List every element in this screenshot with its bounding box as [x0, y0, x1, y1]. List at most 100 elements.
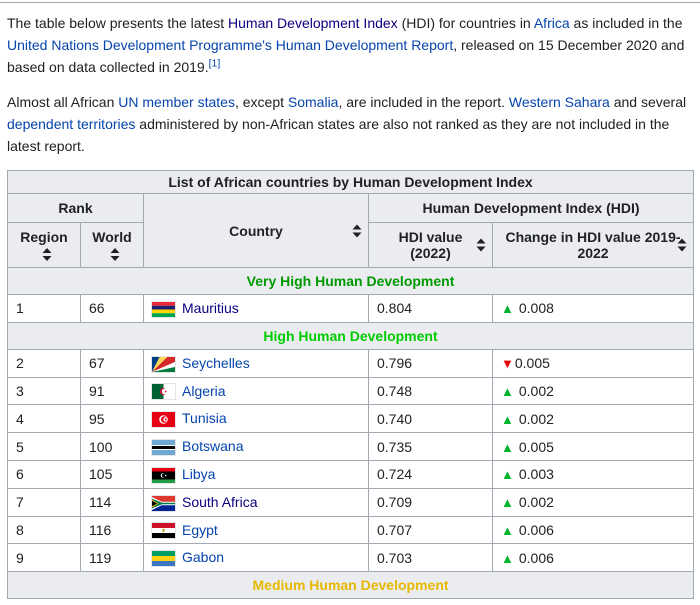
sort-icon[interactable]	[352, 224, 362, 237]
hdi-value-cell: 0.740	[368, 404, 493, 434]
tunisia-flag-icon	[152, 412, 175, 428]
table-body: Very High Human Development 1 66 Mauritius 0…	[6, 267, 695, 600]
world-header-label: World	[92, 229, 132, 245]
paragraph-text: as included in the	[569, 15, 683, 31]
change-value: 0.006	[518, 521, 554, 538]
region-rank-cell: 9	[7, 543, 81, 573]
wiki-link[interactable]: Somalia	[288, 94, 339, 110]
region-rank-cell: 1	[7, 294, 81, 323]
sort-icon[interactable]	[677, 238, 687, 252]
region-rank-cell: 2	[7, 348, 81, 378]
country-cell: Gabon	[143, 543, 369, 573]
country-header-label: Country	[229, 222, 283, 239]
country-link[interactable]: Mauritius	[182, 300, 239, 316]
country-cell: Seychelles	[143, 348, 369, 378]
hdi-value-header-label: HDI value (2022)	[398, 229, 463, 261]
country-cell: Tunisia	[143, 404, 369, 434]
development-section-header: Very High Human Development	[6, 267, 695, 295]
increase-icon: ▲	[501, 522, 514, 538]
wiki-link[interactable]: dependent territories	[7, 116, 135, 132]
country-link[interactable]: Egypt	[182, 522, 218, 538]
world-rank-cell: 105	[80, 459, 144, 489]
table-row: 3 91 Algeria 0.748 ▲ 0.002	[7, 376, 695, 406]
region-column-header[interactable]: Region	[7, 222, 81, 268]
wiki-link[interactable]: Human Development Index	[228, 15, 398, 31]
country-column-header[interactable]: Country	[143, 193, 369, 268]
wiki-link[interactable]: [1]	[209, 57, 221, 69]
country-link[interactable]: Botswana	[182, 438, 243, 454]
region-rank-cell: 7	[7, 487, 81, 517]
table-row: 8 116 Egypt 0.707 ▲ 0.006	[7, 515, 695, 545]
hdi-value-cell: 0.724	[368, 459, 493, 489]
world-rank-cell: 116	[80, 515, 144, 545]
paragraph-text: Almost all African	[7, 94, 119, 110]
change-value: 0.005	[514, 355, 550, 372]
change-value: 0.008	[518, 300, 554, 317]
region-header-label: Region	[20, 229, 68, 245]
sort-icon[interactable]	[42, 247, 52, 261]
decrease-icon: ▼	[501, 356, 514, 372]
mauritius-flag-icon	[152, 301, 175, 317]
increase-icon: ▲	[501, 383, 514, 399]
section-label: High Human Development	[263, 327, 438, 344]
world-rank-cell: 119	[80, 543, 144, 573]
country-cell: Algeria	[143, 376, 369, 406]
paragraph-text: The table below presents the latest	[7, 15, 229, 31]
table-row: 6 105 Libya 0.724 ▲ 0.003	[7, 459, 695, 489]
country-cell: South Africa	[143, 487, 369, 517]
sort-icon[interactable]	[110, 247, 120, 261]
region-rank-cell: 8	[7, 515, 81, 545]
section-divider	[0, 2, 700, 3]
wiki-link[interactable]: UN member states	[118, 94, 235, 110]
hdi-change-cell: ▲ 0.002	[491, 487, 695, 517]
south-africa-flag-icon	[152, 495, 175, 511]
section-label: Medium Human Development	[252, 577, 449, 594]
increase-icon: ▲	[501, 495, 514, 511]
hdi-table: List of African countries by Human Devel…	[6, 170, 695, 600]
wiki-link[interactable]: Western Sahara	[509, 94, 610, 110]
table-row: 9 119 Gabon 0.703 ▲ 0.006	[7, 543, 695, 573]
country-link[interactable]: Algeria	[182, 383, 226, 399]
algeria-flag-icon	[152, 384, 175, 400]
paragraph-text: , except	[234, 94, 288, 110]
wiki-link[interactable]: Africa	[534, 15, 570, 31]
change-value: 0.002	[518, 410, 554, 427]
country-link[interactable]: Libya	[182, 466, 215, 482]
intro-paragraph-1: The table below presents the latest Huma…	[7, 12, 693, 78]
table-row: 5 100 Botswana 0.735 ▲ 0.005	[7, 432, 695, 461]
hdi-change-cell: ▲ 0.003	[491, 459, 695, 489]
hdi-change-cell: ▲ 0.005	[491, 432, 695, 461]
hdi-value-cell: 0.796	[368, 348, 493, 378]
hdi-change-cell: ▲ 0.008	[491, 294, 695, 323]
hdi-value-cell: 0.748	[368, 376, 493, 406]
section-label: Very High Human Development	[246, 273, 455, 289]
country-link[interactable]: Gabon	[182, 549, 224, 565]
world-column-header[interactable]: World	[80, 222, 144, 268]
change-value: 0.002	[518, 494, 554, 511]
table-row: 7 114 South Africa 0.709 ▲ 0.002	[7, 487, 695, 517]
change-column-header[interactable]: Change in HDI value 2019-2022	[491, 222, 695, 268]
wiki-link[interactable]: United Nations Development Programme's H…	[7, 37, 453, 53]
world-rank-cell: 100	[80, 432, 144, 461]
hdi-value-cell: 0.709	[368, 487, 493, 517]
country-link[interactable]: Seychelles	[182, 355, 250, 371]
hdi-value-cell: 0.703	[368, 543, 493, 573]
seychelles-flag-icon	[152, 356, 175, 372]
country-link[interactable]: Tunisia	[182, 410, 227, 426]
country-link[interactable]: South Africa	[182, 494, 258, 510]
hdi-change-cell: ▲ 0.002	[491, 376, 695, 406]
hdi-value-column-header[interactable]: HDI value (2022)	[368, 222, 493, 268]
hdi-change-cell: ▼0.005	[491, 348, 695, 378]
change-value: 0.003	[518, 466, 554, 483]
region-rank-cell: 3	[7, 376, 81, 406]
increase-icon: ▲	[501, 439, 514, 455]
country-cell: Libya	[143, 459, 369, 489]
footnote-reference[interactable]: [1]	[209, 57, 221, 69]
hdi-value-cell: 0.707	[368, 515, 493, 545]
world-rank-cell: 114	[80, 487, 144, 517]
sort-icon[interactable]	[476, 238, 486, 252]
country-cell: Botswana	[143, 432, 369, 461]
botswana-flag-icon	[152, 439, 175, 455]
egypt-flag-icon	[152, 523, 175, 539]
increase-icon: ▲	[501, 301, 514, 317]
